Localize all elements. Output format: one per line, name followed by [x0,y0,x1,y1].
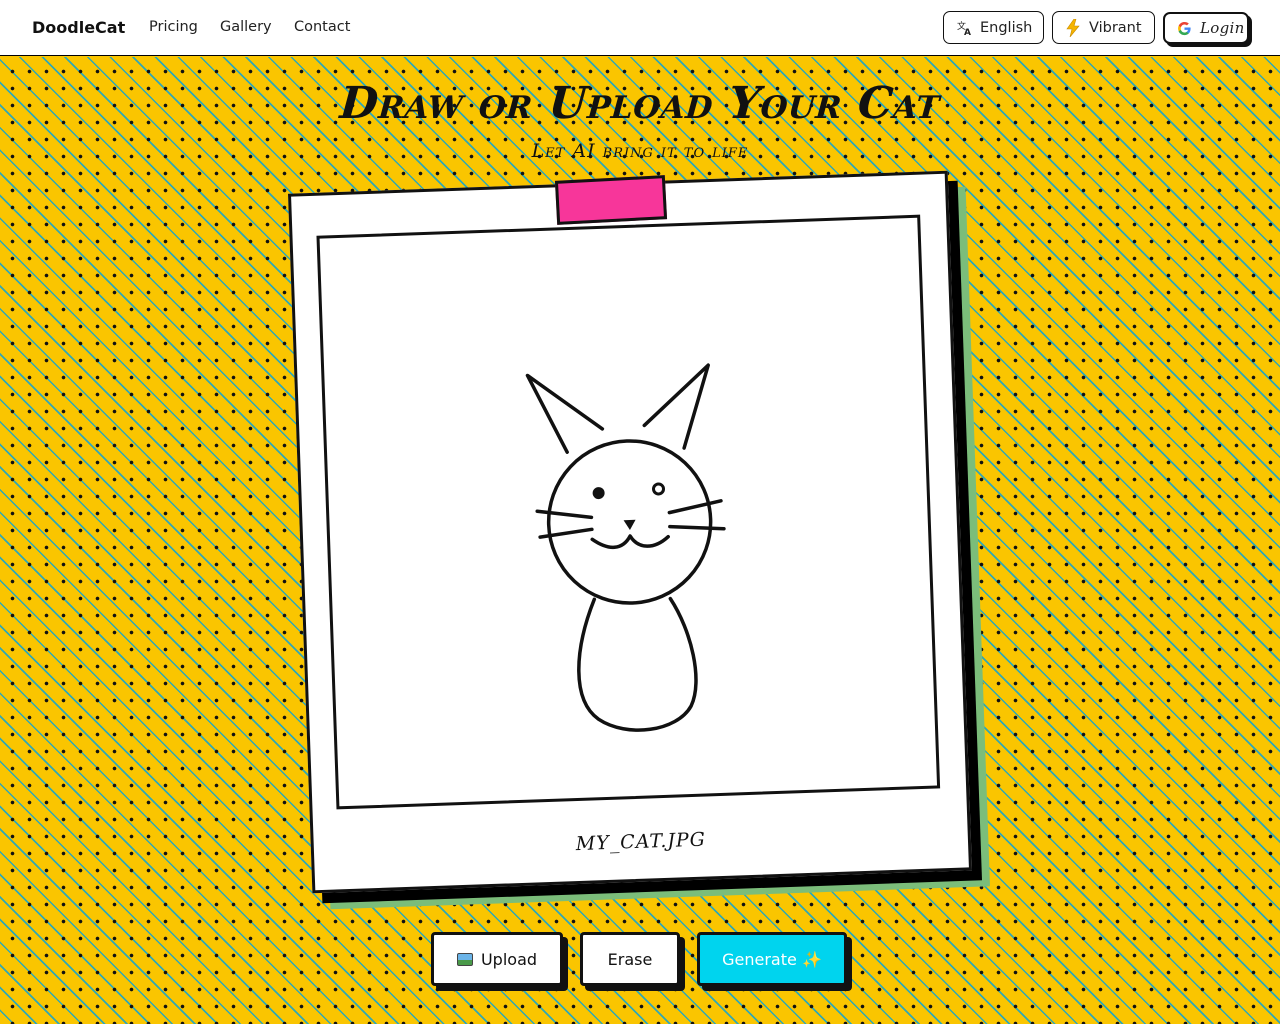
google-icon [1177,20,1192,36]
lightning-icon [1065,18,1081,37]
erase-label: Erase [607,949,653,969]
login-label: Login [1200,19,1245,37]
page-subtitle: Let AI bring it to life [531,140,749,162]
theme-label: Vibrant [1089,19,1142,36]
erase-button[interactable]: Erase [580,932,680,986]
generate-label: Generate ✨ [722,949,822,969]
generate-button[interactable]: Generate ✨ [697,932,847,986]
brand-logo[interactable]: DoodleCat [32,18,125,37]
page-title: Draw or Upload Your Cat [338,78,942,129]
theme-selector[interactable]: Vibrant [1052,11,1155,44]
login-button[interactable]: Login [1163,12,1249,44]
tape-decoration [554,175,668,225]
translate-icon: 文 A [956,20,972,36]
language-selector[interactable]: 文 A English [943,11,1044,44]
top-nav: DoodleCat Pricing Gallery Contact 文 A En… [0,0,1280,56]
language-label: English [980,19,1033,36]
svg-text:A: A [964,28,971,36]
polaroid-card: MY_CAT.JPG [287,170,973,894]
upload-button[interactable]: Upload [431,932,563,986]
image-icon [456,952,473,966]
cat-doodle [525,363,726,732]
nav-link-gallery[interactable]: Gallery [220,19,272,35]
nav-link-contact[interactable]: Contact [294,19,350,35]
nav-link-pricing[interactable]: Pricing [149,19,198,35]
drawing-canvas[interactable] [316,214,941,810]
upload-label: Upload [480,949,538,969]
photo-caption: MY_CAT.JPG [575,828,707,856]
